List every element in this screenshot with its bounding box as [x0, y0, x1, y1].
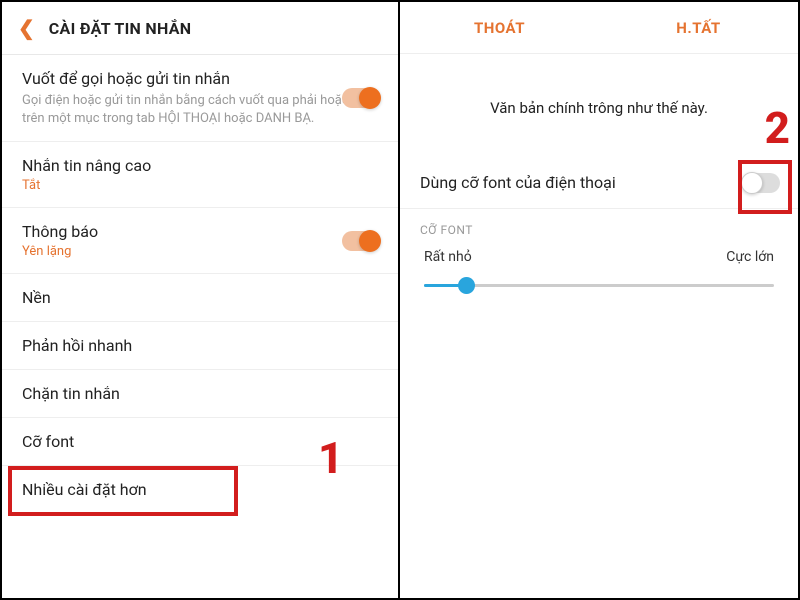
done-button[interactable]: H.TẤT	[599, 2, 798, 53]
toggle-phone-font[interactable]	[742, 173, 780, 193]
slider-thumb[interactable]	[458, 277, 475, 294]
toggle-knob	[359, 230, 381, 252]
row-title: Thông báo	[22, 222, 378, 241]
slider-max-label: Cực lớn	[726, 249, 774, 265]
back-icon[interactable]: ❮	[18, 16, 35, 40]
preview-text: Văn bản chính trông như thế này.	[490, 99, 708, 117]
fontsize-slider[interactable]	[400, 271, 798, 301]
toggle-swipe[interactable]	[342, 88, 380, 108]
row-quickreply[interactable]: Phản hồi nhanh	[2, 322, 398, 370]
exit-button[interactable]: THOÁT	[400, 2, 599, 53]
header: THOÁT H.TẤT	[400, 2, 798, 54]
row-title: Vuốt để gọi hoặc gửi tin nhắn	[22, 69, 378, 88]
row-background[interactable]: Nền	[2, 274, 398, 322]
row-title: Nền	[22, 288, 378, 307]
page-title: CÀI ĐẶT TIN NHẮN	[49, 19, 192, 38]
toggle-knob	[359, 87, 381, 109]
row-title: Chặn tin nhắn	[22, 384, 378, 403]
row-title: Dùng cỡ font của điện thoại	[420, 173, 778, 192]
slider-track	[424, 284, 774, 287]
fontsize-panel: THOÁT H.TẤT Văn bản chính trông như thế …	[400, 2, 798, 598]
row-notify[interactable]: Thông báo Yên lặng	[2, 208, 398, 274]
row-state: Tắt	[22, 178, 378, 193]
annotation-number-2: 2	[765, 102, 790, 154]
preview-area: Văn bản chính trông như thế này.	[400, 54, 798, 157]
section-label: CỠ FONT	[400, 209, 798, 239]
row-state: Yên lặng	[22, 244, 378, 259]
header: ❮ CÀI ĐẶT TIN NHẮN	[2, 2, 398, 55]
row-title: Nhắn tin nâng cao	[22, 156, 378, 175]
row-desc: Gọi điện hoặc gửi tin nhắn bằng cách vuố…	[22, 92, 378, 127]
annotation-number-1: 1	[318, 432, 343, 484]
toggle-notify[interactable]	[342, 231, 380, 251]
row-use-phone-font[interactable]: Dùng cỡ font của điện thoại	[400, 157, 798, 209]
row-swipe[interactable]: Vuốt để gọi hoặc gửi tin nhắn Gọi điện h…	[2, 55, 398, 142]
row-advanced[interactable]: Nhắn tin nâng cao Tắt	[2, 142, 398, 208]
slider-labels: Rất nhỏ Cực lớn	[400, 239, 798, 271]
row-block[interactable]: Chặn tin nhắn	[2, 370, 398, 418]
row-title: Phản hồi nhanh	[22, 336, 378, 355]
slider-min-label: Rất nhỏ	[424, 249, 472, 265]
settings-panel: ❮ CÀI ĐẶT TIN NHẮN Vuốt để gọi hoặc gửi …	[2, 2, 400, 598]
toggle-knob	[741, 172, 763, 194]
